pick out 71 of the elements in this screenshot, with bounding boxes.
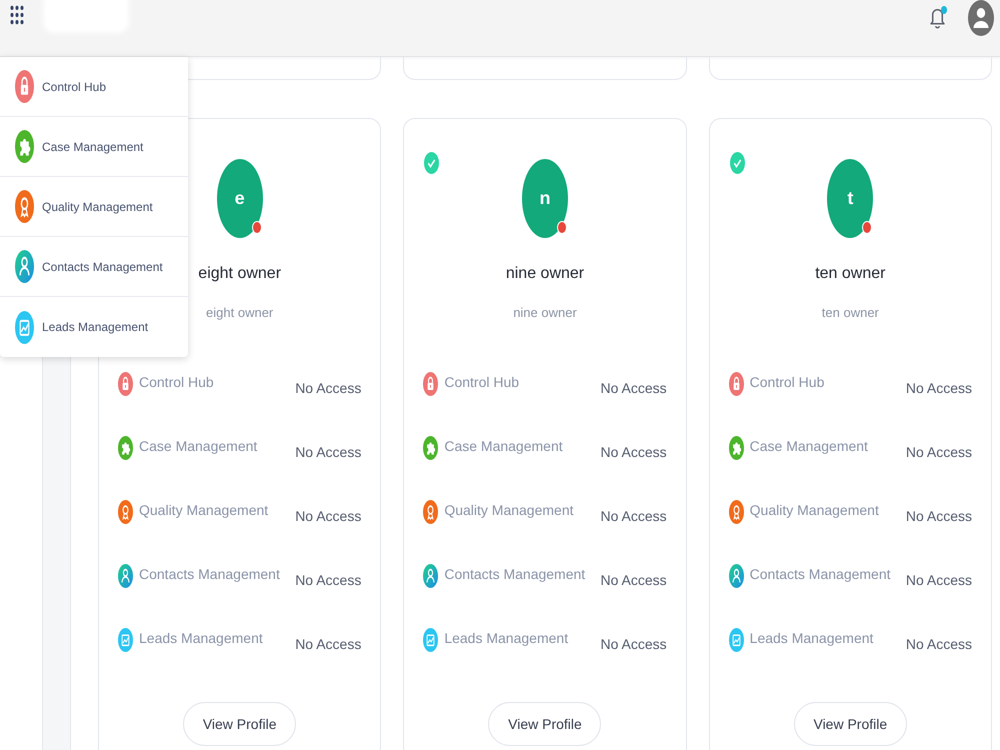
menu-item[interactable]: Leads Management [0, 297, 188, 357]
person-icon [118, 564, 133, 588]
view-profile-button[interactable]: View Profile [794, 702, 907, 746]
chart-icon [15, 310, 34, 344]
menu-item[interactable]: Quality Management [0, 177, 188, 237]
person-icon [423, 564, 438, 588]
owner-name: eight owner [198, 264, 282, 284]
menu-item[interactable]: Contacts Management [0, 237, 188, 297]
access-status: No Access [295, 507, 362, 526]
access-status: No Access [295, 635, 362, 654]
avatar-initial: n [522, 159, 568, 238]
module-label: Contacts Management [750, 565, 891, 584]
lock-icon [15, 70, 34, 103]
owner-subtitle: ten owner [822, 304, 879, 322]
access-status: No Access [600, 635, 667, 654]
module-label: Case Management [139, 437, 258, 456]
module-label: Leads Management [139, 629, 263, 648]
access-status: No Access [295, 571, 362, 590]
module-label: Quality Management [139, 501, 268, 520]
view-profile-button[interactable]: View Profile [183, 702, 296, 746]
medal-icon [423, 500, 438, 524]
module-label: Case Management [444, 437, 563, 456]
lock-icon [728, 372, 744, 396]
check-icon[interactable] [424, 152, 440, 174]
menu-item[interactable]: Control Hub [0, 57, 188, 117]
lock-icon [423, 372, 438, 396]
access-status: No Access [906, 379, 972, 398]
grid-icon[interactable] [10, 5, 24, 25]
owner-subtitle: eight owner [206, 304, 274, 322]
module-label: Control Hub [444, 373, 520, 392]
puzzle-icon [15, 130, 34, 163]
access-status: No Access [906, 507, 972, 526]
access-status: No Access [295, 379, 362, 398]
medal-icon [118, 500, 133, 524]
access-status: No Access [600, 443, 667, 462]
module-label: Quality Management [750, 501, 879, 520]
module-label: Leads Management [444, 629, 568, 648]
chart-icon [728, 628, 744, 652]
access-status: No Access [600, 507, 667, 526]
puzzle-icon [728, 436, 744, 460]
person-icon [728, 564, 744, 588]
access-status: No Access [600, 379, 667, 398]
owner-subtitle: nine owner [513, 304, 577, 322]
owner-name: nine owner [506, 264, 584, 284]
lock-icon [118, 372, 133, 396]
access-status: No Access [906, 571, 972, 590]
avatar-initial: e [216, 159, 263, 238]
medal-icon [15, 190, 34, 223]
chart-icon [118, 628, 133, 652]
module-label: Contacts Management [444, 565, 586, 584]
module-label: Quality Management [444, 501, 574, 520]
access-status: No Access [906, 443, 972, 462]
menu-item[interactable]: Case Management [0, 117, 188, 177]
puzzle-icon [118, 436, 133, 460]
module-label: Contacts Management [139, 565, 280, 584]
medal-icon [728, 500, 744, 524]
access-status: No Access [295, 443, 362, 462]
owner-name: ten owner [815, 264, 886, 284]
avatar-initial: t [827, 159, 874, 238]
user-avatar-icon[interactable] [968, 0, 994, 36]
check-icon[interactable] [730, 152, 745, 174]
module-label: Control Hub [750, 373, 824, 392]
access-status: No Access [600, 571, 667, 590]
puzzle-icon [423, 436, 438, 460]
view-profile-button[interactable]: View Profile [488, 702, 602, 746]
chart-icon [423, 628, 438, 652]
module-label: Leads Management [750, 629, 874, 648]
module-label: Control Hub [139, 373, 214, 392]
person-icon [15, 250, 34, 283]
access-status: No Access [906, 635, 972, 654]
module-label: Case Management [750, 437, 868, 456]
